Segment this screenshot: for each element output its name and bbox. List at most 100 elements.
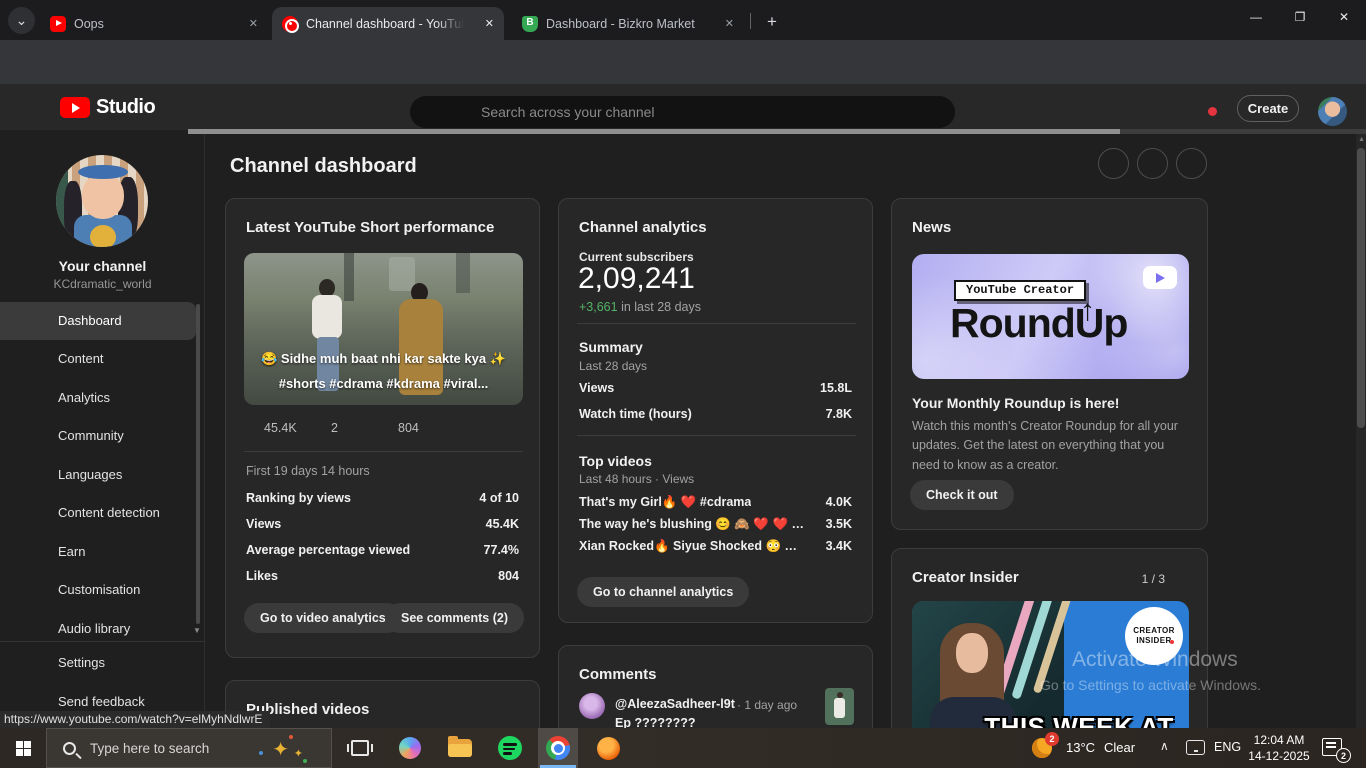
news-banner-image[interactable]: YouTube Creator RoundUp ↑ (912, 254, 1189, 379)
sidebar-item-customisation[interactable]: Customisation (0, 571, 196, 609)
chrome-icon (546, 736, 570, 760)
minimize-button[interactable]: — (1234, 0, 1278, 34)
youtube-studio-logo[interactable]: Studio (60, 96, 155, 119)
new-tab-button[interactable]: + (760, 10, 784, 34)
sidebar-item-earn[interactable]: Earn (0, 533, 196, 571)
go-to-channel-analytics-button[interactable]: Go to channel analytics (577, 577, 749, 607)
short-card-title: Latest YouTube Short performance (246, 219, 494, 236)
page-title: Channel dashboard (230, 155, 417, 178)
spotify-button[interactable] (490, 728, 530, 768)
tab-title: Oops (74, 17, 104, 31)
create-button[interactable]: Create (1237, 95, 1299, 122)
row-value: 45.4K (486, 517, 519, 531)
channel-avatar[interactable] (56, 155, 148, 247)
tab-channel-dashboard[interactable]: Channel dashboard - YouTube S ✕ (272, 7, 504, 40)
page-scrollbar-thumb[interactable] (1357, 148, 1365, 428)
weather-button[interactable]: 2 (1032, 736, 1058, 760)
clock-date: 14-12-2025 (1244, 748, 1314, 764)
summary-period: Last 28 days (579, 359, 647, 373)
commenter-handle[interactable]: @AleezaSadheer-l9t (615, 697, 735, 711)
close-tab-icon[interactable]: ✕ (249, 17, 258, 30)
header-action-circle-1[interactable] (1098, 148, 1129, 179)
weather-badge: 2 (1045, 732, 1059, 746)
close-window-button[interactable]: ✕ (1322, 0, 1366, 34)
screen: ⌄ Oops ✕ Channel dashboard - YouTube S ✕… (0, 0, 1366, 768)
sidebar-scroll-down-icon[interactable]: ▼ (193, 626, 201, 635)
commenter-avatar[interactable] (579, 693, 605, 719)
news-headline: Your Monthly Roundup is here! (912, 395, 1119, 411)
header-action-circle-3[interactable] (1176, 148, 1207, 179)
top-video-title[interactable]: That's my Girl🔥 ❤️ #cdrama (579, 495, 751, 510)
scroll-up-icon[interactable]: ▲ (1358, 136, 1365, 143)
analytics-card-title: Channel analytics (579, 219, 707, 236)
task-view-button[interactable] (340, 728, 380, 768)
see-comments-button[interactable]: See comments (2) (385, 603, 524, 633)
language-indicator[interactable]: ENG (1214, 740, 1241, 754)
youtube-favicon (50, 16, 66, 32)
start-button[interactable] (0, 728, 46, 768)
news-card: News YouTube Creator RoundUp ↑ Your Mont… (891, 198, 1208, 530)
check-it-out-button[interactable]: Check it out (910, 480, 1014, 510)
taskbar-clock[interactable]: 12:04 AM 14-12-2025 (1244, 732, 1314, 764)
top-video-title[interactable]: The way he's blushing 😊 🙈 ❤️ ❤️ #cdrama … (579, 517, 807, 532)
sidebar-scrollbar-thumb[interactable] (196, 304, 200, 624)
shield-favicon (522, 16, 538, 32)
studio-search-input[interactable]: Search across your channel (410, 96, 955, 128)
red-dot-icon (1170, 640, 1174, 644)
touch-keyboard-icon[interactable] (1186, 740, 1205, 755)
short-caption-line1: 😂 Sidhe muh baat nhi kar sakte kya ✨ (250, 351, 517, 367)
weather-temp[interactable]: 13°C (1066, 740, 1095, 755)
page-scrollbar[interactable]: ▲ (1356, 134, 1366, 728)
row-label: Ranking by views (246, 491, 351, 505)
sidebar-item-audio-library[interactable]: Audio library (0, 610, 196, 648)
sidebar-item-content-detection[interactable]: Content detection (0, 494, 196, 532)
summary-title: Summary (579, 339, 643, 355)
close-tab-icon[interactable]: ✕ (485, 17, 494, 30)
file-explorer-button[interactable] (440, 728, 480, 768)
copilot-icon (399, 737, 421, 759)
sidebar: Your channel KCdramatic_world Dashboard … (0, 134, 205, 728)
youtube-play-icon (60, 97, 90, 118)
delta-suffix: in last 28 days (618, 300, 701, 314)
activate-windows-watermark: Activate Windows (1072, 648, 1238, 672)
taskbar: Type here to search ✦ ✦ 2 13° (0, 728, 1366, 768)
delta-value: +3,661 (579, 300, 618, 314)
chrome-button[interactable] (538, 728, 578, 768)
short-performance-card: Latest YouTube Short performance 😂 Sidhe… (225, 198, 540, 658)
comment-video-thumbnail[interactable] (825, 688, 854, 725)
copilot-button[interactable] (390, 728, 430, 768)
close-tab-icon[interactable]: ✕ (725, 17, 734, 30)
sidebar-item-settings[interactable]: Settings (0, 644, 196, 682)
header-action-circle-2[interactable] (1137, 148, 1168, 179)
go-to-video-analytics-button[interactable]: Go to video analytics (244, 603, 402, 633)
tab-search-button[interactable]: ⌄ (8, 7, 35, 34)
taskbar-search-placeholder: Type here to search (90, 741, 209, 756)
channel-analytics-card: Channel analytics Current subscribers 2,… (558, 198, 873, 623)
taskbar-search-input[interactable]: Type here to search ✦ ✦ (46, 728, 332, 768)
top-videos-title: Top videos (579, 453, 652, 469)
banner-tag: YouTube Creator (954, 280, 1086, 301)
tab-oops[interactable]: Oops ✕ (40, 7, 268, 40)
weather-desc[interactable]: Clear (1104, 740, 1135, 755)
sidebar-item-dashboard[interactable]: Dashboard (0, 302, 196, 340)
fl-studio-button[interactable] (588, 728, 628, 768)
sidebar-divider (0, 641, 205, 642)
sidebar-item-languages[interactable]: Languages (0, 456, 196, 494)
tab-bizkro-market[interactable]: Dashboard - Bizkro Market ✕ (512, 7, 744, 40)
subscribers-delta: +3,661 in last 28 days (579, 300, 701, 314)
tray-chevron-icon[interactable]: ∧ (1160, 739, 1169, 753)
sidebar-item-content[interactable]: Content (0, 340, 196, 378)
browser-toolbar: ← → ✕ studio.youtube.com/channel/UCDiHVK… (0, 40, 1366, 84)
top-video-title[interactable]: Xian Rocked🔥 Siyue Shocked 😳 😂 #cdrama #… (579, 539, 807, 554)
arrow-up-icon: ↑ (1080, 294, 1095, 328)
row-label: Views (579, 381, 614, 395)
short-period: First 19 days 14 hours (246, 464, 370, 478)
top-video-views: 3.5K (826, 517, 852, 531)
account-avatar[interactable] (1318, 97, 1347, 126)
news-card-title: News (912, 219, 951, 236)
comment-time: · 1 day ago (737, 698, 797, 712)
sidebar-item-community[interactable]: Community (0, 417, 196, 455)
maximize-button[interactable]: ❐ (1278, 0, 1322, 34)
sidebar-item-analytics[interactable]: Analytics (0, 379, 196, 417)
short-thumbnail[interactable]: 😂 Sidhe muh baat nhi kar sakte kya ✨ #sh… (244, 253, 523, 405)
